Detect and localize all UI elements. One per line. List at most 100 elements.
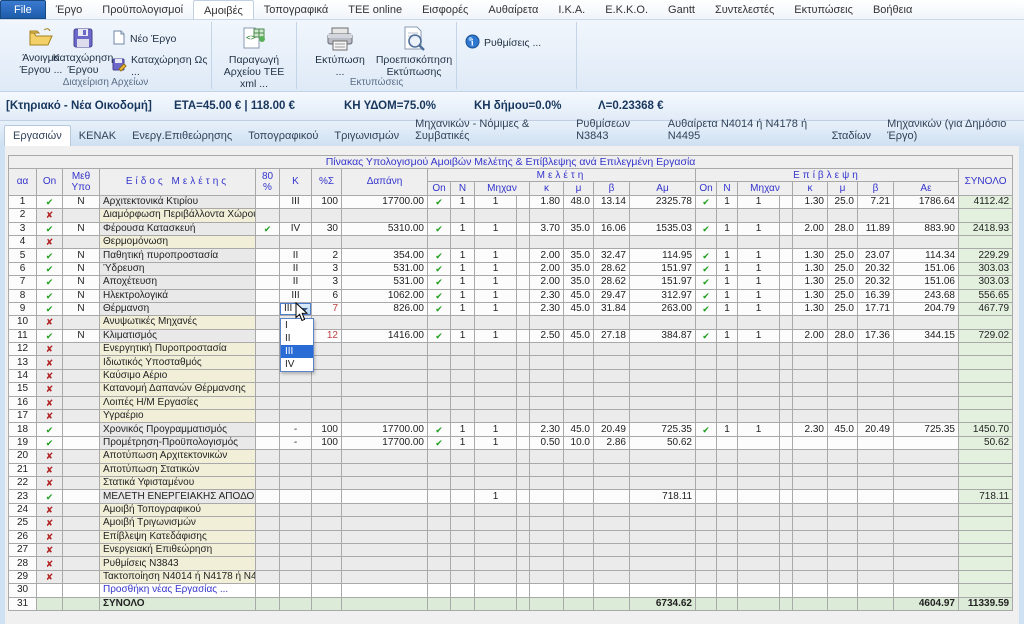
study-type-cell[interactable]: Θέρμανση (99, 301, 256, 317)
study-type-cell[interactable]: Διαμόρφωση Περιβάλλοντα Χώρου (99, 208, 256, 223)
supervision-on-toggle[interactable] (695, 516, 717, 531)
study-on-toggle[interactable]: ✔ (427, 328, 451, 344)
menu-tab-αυθαίρετα[interactable]: Αυθαίρετα (478, 0, 548, 19)
row-on-toggle[interactable]: ✘ (36, 382, 63, 397)
tab-τοπογραφικού[interactable]: Τοπογραφικού (240, 126, 326, 146)
tab-ενεργ-επιθεώρησης[interactable]: Ενεργ.Επιθεώρησης (124, 126, 240, 146)
row-on-toggle[interactable]: ✘ (36, 475, 63, 491)
supervision-on-toggle[interactable]: ✔ (695, 221, 717, 236)
row-on-toggle[interactable]: ✘ (36, 462, 63, 477)
tab-μηχανικών-νόμιμες-συμβατικές[interactable]: Μηχανικών - Νόμιμες & Συμβατικές (407, 114, 568, 146)
pct80-toggle[interactable] (255, 194, 280, 210)
row-on-toggle[interactable]: ✘ (36, 355, 63, 370)
study-on-toggle[interactable] (427, 355, 451, 370)
supervision-on-toggle[interactable] (695, 435, 717, 451)
k-category-cell[interactable]: - (279, 422, 312, 437)
tab-μηχανικών-για-δημόσιο-έργο-[interactable]: Μηχανικών (για Δημόσιο Έργο) (879, 114, 1024, 146)
study-on-toggle[interactable] (427, 489, 451, 504)
add-task-link[interactable]: Προσθήκη νέας Εργασίας ... (99, 583, 256, 598)
pct80-toggle[interactable] (255, 315, 280, 330)
row-on-toggle[interactable]: ✘ (36, 368, 63, 384)
row-on-toggle[interactable]: ✔ (36, 489, 63, 504)
pct80-toggle[interactable] (255, 342, 280, 357)
pct80-toggle[interactable] (255, 355, 280, 370)
menu-tab-tee-online[interactable]: TEE online (338, 0, 412, 19)
study-type-cell[interactable]: Ηλεκτρολογικά (99, 288, 256, 303)
pct80-toggle[interactable] (255, 569, 280, 585)
supervision-on-toggle[interactable] (695, 449, 717, 464)
row-on-toggle[interactable]: ✔ (36, 422, 63, 437)
study-on-toggle[interactable] (427, 449, 451, 464)
row-on-toggle[interactable]: ✔ (36, 261, 63, 277)
ρυθμίσεις--button[interactable]: i Ρυθμίσεις ... (465, 34, 541, 52)
study-type-cell[interactable]: Αμοιβή Τριγωνισμών (99, 516, 256, 531)
study-on-toggle[interactable] (427, 234, 451, 250)
εκτύπωση-button[interactable]: Εκτύπωση... (301, 26, 379, 78)
tab-σταδίων[interactable]: Σταδίων (824, 126, 879, 146)
pct80-toggle[interactable] (255, 435, 280, 451)
study-type-cell[interactable]: Παθητική πυροπροστασία (99, 248, 256, 263)
menu-tab-αμοιβές[interactable]: Αμοιβές (193, 0, 254, 19)
study-on-toggle[interactable] (427, 502, 451, 518)
row-on-toggle[interactable]: ✘ (36, 502, 63, 518)
row-on-toggle[interactable]: ✔ (36, 248, 63, 263)
pct80-toggle[interactable] (255, 502, 280, 518)
k-category-cell[interactable] (279, 475, 312, 491)
study-type-cell[interactable]: Ενεργητική Πυροπροστασία (99, 342, 256, 357)
row-on-toggle[interactable]: ✘ (36, 315, 63, 330)
study-on-toggle[interactable] (427, 462, 451, 477)
row-on-toggle[interactable]: ✔ (36, 435, 63, 451)
supervision-on-toggle[interactable]: ✔ (695, 301, 717, 317)
study-type-cell[interactable]: Αρχιτεκτονικά Κτιρίου (99, 194, 256, 210)
supervision-on-toggle[interactable] (695, 382, 717, 397)
study-type-cell[interactable]: Στατικά Υφισταμένου (99, 475, 256, 491)
k-category-cell[interactable] (279, 208, 312, 223)
study-type-cell[interactable]: Αποχέτευση (99, 275, 256, 290)
row-on-toggle[interactable]: ✘ (36, 409, 63, 424)
row-on-toggle[interactable]: ✘ (36, 516, 63, 531)
k-category-cell[interactable] (279, 449, 312, 464)
tab-ρυθμίσεων-ν3843[interactable]: Ρυθμίσεων Ν3843 (568, 114, 660, 146)
καταχώρηση-ως--button[interactable]: Καταχώρηση Ως ... (112, 54, 211, 78)
row-on-toggle[interactable]: ✔ (36, 194, 63, 210)
study-on-toggle[interactable] (427, 395, 451, 411)
study-type-cell[interactable]: Θερμομόνωση (99, 234, 256, 250)
supervision-on-toggle[interactable] (695, 342, 717, 357)
menu-tab-ε-κ-κ-ο-[interactable]: Ε.Κ.Κ.Ο. (595, 0, 658, 19)
k-category-cell[interactable] (279, 462, 312, 477)
study-type-cell[interactable]: Ιδιωτικός Υποσταθμός (99, 355, 256, 370)
supervision-on-toggle[interactable] (695, 569, 717, 585)
tab-εργασιών[interactable]: Εργασιών (4, 125, 71, 146)
k-category-cell[interactable]: IV (279, 221, 312, 236)
row-on-toggle[interactable]: ✘ (36, 449, 63, 464)
study-type-cell[interactable]: Φέρουσα Κατασκευή (99, 221, 256, 236)
k-category-cell[interactable] (279, 409, 312, 424)
pct80-toggle[interactable] (255, 596, 280, 611)
tab-τριγωνισμών[interactable]: Τριγωνισμών (326, 126, 407, 146)
pct80-toggle[interactable] (255, 261, 280, 277)
supervision-on-toggle[interactable] (695, 596, 717, 611)
tab-κενακ[interactable]: ΚΕΝΑΚ (71, 126, 124, 146)
study-on-toggle[interactable] (427, 315, 451, 330)
study-type-cell[interactable]: Ενεργειακή Επιθεώρηση (99, 542, 256, 558)
pct80-toggle[interactable] (255, 529, 280, 544)
study-type-cell[interactable]: Ύδρευση (99, 261, 256, 277)
study-on-toggle[interactable] (427, 516, 451, 531)
supervision-on-toggle[interactable]: ✔ (695, 194, 717, 210)
study-type-cell[interactable]: Ρυθμίσεις Ν3843 (99, 556, 256, 571)
supervision-on-toggle[interactable]: ✔ (695, 288, 717, 303)
row-on-toggle[interactable]: ✔ (36, 328, 63, 344)
pct80-toggle[interactable] (255, 489, 280, 504)
supervision-on-toggle[interactable] (695, 583, 717, 598)
row-on-toggle[interactable]: ✘ (36, 542, 63, 558)
study-on-toggle[interactable] (427, 569, 451, 585)
k-category-cell[interactable] (279, 596, 312, 611)
supervision-on-toggle[interactable]: ✔ (695, 261, 717, 277)
menu-tab-έργο[interactable]: Έργο (46, 0, 93, 19)
study-type-cell[interactable]: Λοιπές Η/Μ Εργασίες (99, 395, 256, 411)
supervision-on-toggle[interactable] (695, 542, 717, 558)
study-type-cell[interactable]: Κλιματισμός (99, 328, 256, 344)
study-on-toggle[interactable]: ✔ (427, 261, 451, 277)
study-type-cell[interactable]: ΜΕΛΕΤΗ ΕΝΕΡΓΕΙΑΚΗΣ ΑΠΟΔΟΣΗΣ ΓΙ (99, 489, 256, 504)
row-on-toggle[interactable]: ✔ (36, 221, 63, 236)
